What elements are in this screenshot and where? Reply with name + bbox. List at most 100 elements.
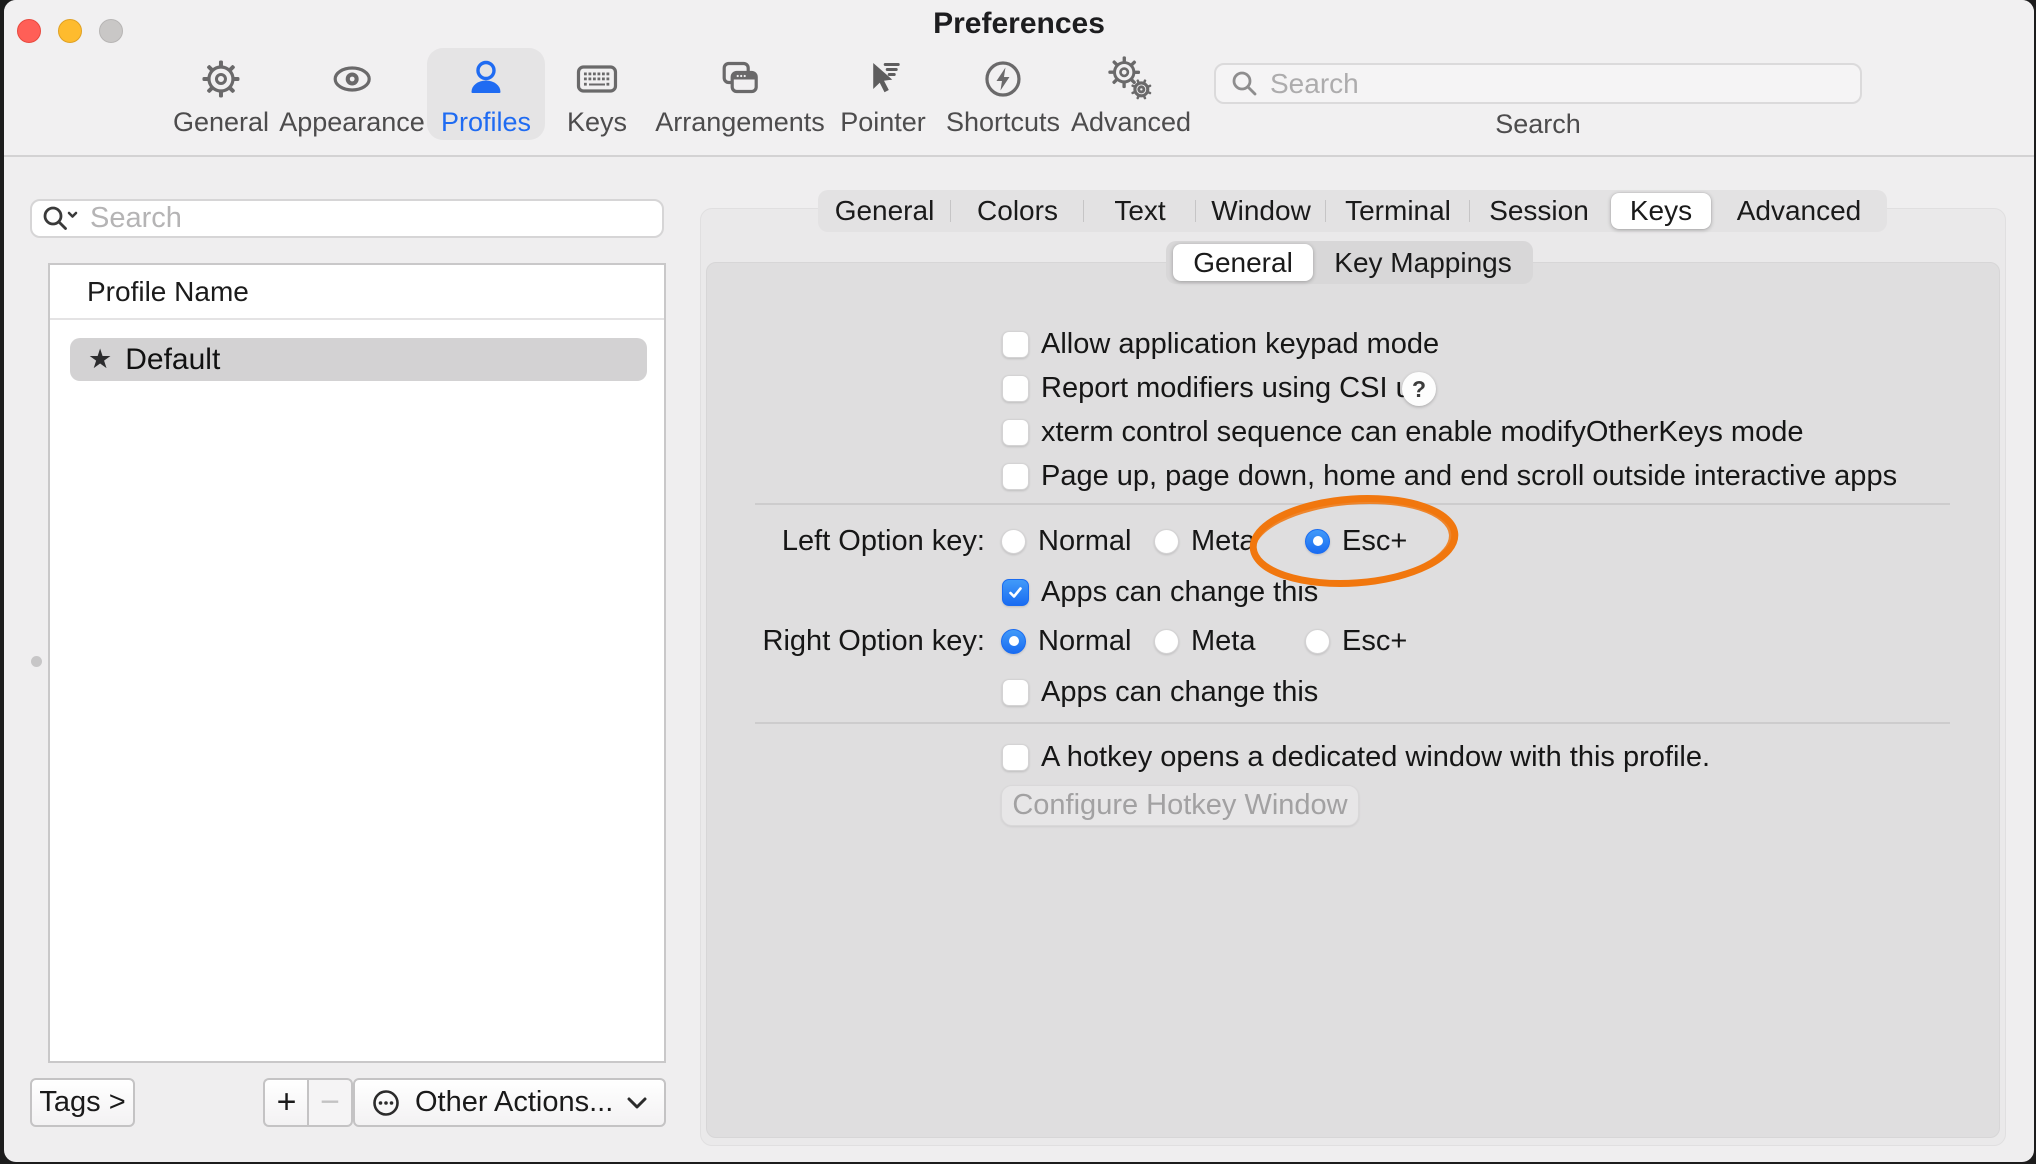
toolbar-item-appearance[interactable]: Appearance: [265, 48, 439, 140]
tab-text[interactable]: Text: [1084, 190, 1196, 232]
profile-list: Profile Name ★ Default: [48, 263, 666, 1063]
person-icon: [463, 56, 509, 102]
toolbar-label: Shortcuts: [946, 107, 1060, 138]
radio[interactable]: [1154, 529, 1179, 554]
help-button[interactable]: ?: [1402, 372, 1436, 406]
tab-colors[interactable]: Colors: [951, 190, 1084, 232]
checkbox-row-modifyotherkeys[interactable]: xterm control sequence can enable modify…: [1002, 415, 1803, 449]
remove-profile-button[interactable]: −: [307, 1078, 353, 1127]
subtab-key-mappings[interactable]: Key Mappings: [1313, 241, 1533, 284]
toolbar-label: Appearance: [279, 107, 425, 138]
tags-button[interactable]: Tags >: [30, 1078, 135, 1127]
profile-name: Default: [125, 343, 220, 377]
checkbox[interactable]: [1002, 419, 1029, 446]
hotkey-checkbox-row[interactable]: A hotkey opens a dedicated window with t…: [1002, 740, 1710, 774]
eye-icon: [329, 56, 375, 102]
checkbox[interactable]: [1002, 331, 1029, 358]
toolbar-item-pointer[interactable]: Pointer: [826, 48, 940, 140]
checkbox[interactable]: [1002, 375, 1029, 402]
tab-window[interactable]: Window: [1196, 190, 1326, 232]
windows-icon: [717, 56, 763, 102]
profile-list-header: Profile Name: [50, 265, 664, 318]
keyboard-icon: [574, 56, 620, 102]
toolbar-item-advanced[interactable]: Advanced: [1057, 48, 1205, 140]
checkbox[interactable]: [1002, 579, 1029, 606]
toolbar-item-arrangements[interactable]: Arrangements: [641, 48, 839, 140]
checkbox-row-keypad[interactable]: Allow application keypad mode: [1002, 327, 1439, 361]
toolbar-item-shortcuts[interactable]: Shortcuts: [932, 48, 1074, 140]
toolbar-search-label: Search: [1214, 109, 1862, 140]
radio-label: Esc+: [1342, 525, 1407, 558]
radio[interactable]: [1305, 529, 1330, 554]
toolbar-label: Profiles: [441, 107, 531, 138]
tab-session[interactable]: Session: [1470, 190, 1608, 232]
toolbar-label: Keys: [567, 107, 627, 138]
right-option-esc[interactable]: Esc+: [1305, 624, 1407, 658]
left-apps-can-change[interactable]: Apps can change this: [1002, 575, 1318, 609]
toolbar-label: General: [173, 107, 269, 138]
tab-label: Terminal: [1345, 195, 1451, 227]
ellipsis-circle-icon: [371, 1088, 401, 1118]
tab-advanced[interactable]: Advanced: [1714, 190, 1884, 232]
toolbar-label: Pointer: [840, 107, 926, 138]
toolbar-item-profiles[interactable]: Profiles: [427, 48, 545, 140]
right-option-key-label: Right Option key:: [700, 624, 985, 658]
left-option-normal[interactable]: Normal: [1001, 524, 1131, 558]
profile-search-placeholder: Search: [90, 202, 182, 235]
tab-label: Window: [1211, 195, 1311, 227]
radio[interactable]: [1001, 529, 1026, 554]
checkbox[interactable]: [1002, 679, 1029, 706]
checkbox-label: A hotkey opens a dedicated window with t…: [1041, 741, 1710, 774]
lightning-icon: [980, 56, 1026, 102]
profile-list-header-divider: [50, 318, 664, 320]
tab-label: General: [835, 195, 935, 227]
titlebar: Preferences General Appearance: [4, 0, 2034, 156]
search-menu-icon: [42, 204, 82, 234]
tab-label: Colors: [977, 195, 1058, 227]
gears-icon: [1108, 56, 1154, 102]
subtab-label: General: [1193, 247, 1293, 279]
radio-label: Normal: [1038, 625, 1131, 658]
left-option-meta[interactable]: Meta: [1154, 524, 1255, 558]
toolbar-label: Arrangements: [655, 107, 825, 138]
right-option-meta[interactable]: Meta: [1154, 624, 1255, 658]
profile-row-default[interactable]: ★ Default: [70, 338, 647, 381]
tab-terminal[interactable]: Terminal: [1326, 190, 1470, 232]
window-edge-dot: [31, 656, 42, 667]
profile-search-field[interactable]: Search: [30, 199, 664, 238]
left-option-key-label: Left Option key:: [700, 524, 985, 558]
tab-label: Text: [1114, 195, 1165, 227]
section-divider: [755, 503, 1950, 505]
configure-hotkey-window-button[interactable]: Configure Hotkey Window: [1001, 785, 1359, 826]
toolbar-divider: [4, 155, 2034, 157]
checkbox[interactable]: [1002, 744, 1029, 771]
checkbox[interactable]: [1002, 463, 1029, 490]
star-icon: ★: [88, 344, 112, 375]
tab-keys[interactable]: Keys: [1611, 193, 1711, 229]
right-apps-can-change[interactable]: Apps can change this: [1002, 675, 1318, 709]
right-option-normal[interactable]: Normal: [1001, 624, 1131, 658]
toolbar-item-keys[interactable]: Keys: [553, 48, 641, 140]
toolbar-label: Advanced: [1071, 107, 1191, 138]
subtab-general[interactable]: General: [1173, 244, 1313, 281]
checkbox-row-csi-u[interactable]: Report modifiers using CSI u: [1002, 371, 1412, 405]
add-profile-button[interactable]: +: [263, 1078, 308, 1127]
section-divider: [755, 722, 1950, 724]
subtab-label: Key Mappings: [1334, 247, 1511, 279]
checkbox-row-scroll-outside[interactable]: Page up, page down, home and end scroll …: [1002, 459, 1897, 493]
left-option-esc[interactable]: Esc+: [1305, 524, 1407, 558]
toolbar-search-field[interactable]: Search: [1214, 63, 1862, 104]
tab-label: Session: [1489, 195, 1589, 227]
checkbox-label: Apps can change this: [1041, 676, 1318, 709]
tab-label: Keys: [1630, 195, 1692, 227]
radio[interactable]: [1154, 629, 1179, 654]
checkbox-label: Page up, page down, home and end scroll …: [1041, 460, 1897, 493]
radio[interactable]: [1001, 629, 1026, 654]
tab-general[interactable]: General: [818, 190, 951, 232]
search-icon: [1230, 69, 1260, 99]
other-actions-dropdown[interactable]: Other Actions...: [353, 1078, 666, 1127]
radio[interactable]: [1305, 629, 1330, 654]
window-title: Preferences: [4, 7, 2034, 41]
radio-label: Esc+: [1342, 625, 1407, 658]
check-icon: [1007, 584, 1024, 601]
